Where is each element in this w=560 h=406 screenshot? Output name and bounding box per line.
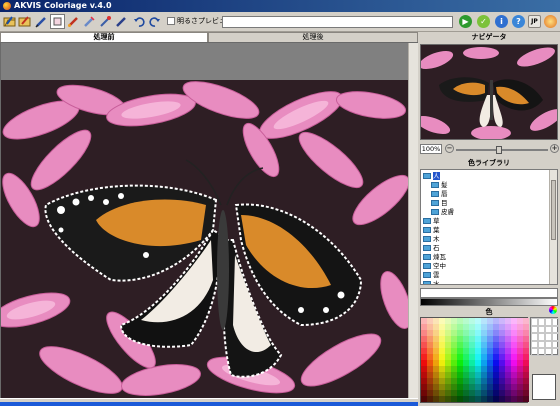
view-tabs: 処理前 処理後 (0, 32, 418, 42)
color-header: 色 (485, 308, 493, 316)
apply-icon[interactable]: ✓ (477, 15, 490, 28)
app-logo-icon (3, 2, 11, 10)
library-item[interactable]: 髪 (431, 181, 448, 189)
library-item[interactable]: 雲 (423, 271, 440, 279)
help-icon[interactable]: ? (512, 15, 525, 28)
gray-swatch-grid[interactable] (530, 317, 559, 356)
settings-icon[interactable] (544, 15, 557, 28)
language-button[interactable]: JP (528, 15, 541, 28)
folder-icon (423, 236, 431, 242)
vertical-scrollbar[interactable] (408, 43, 418, 399)
library-item[interactable]: 空中 (423, 262, 446, 270)
window-title: AKVIS Coloriage v.4.0 (14, 1, 112, 10)
zoom-row: 100% − + (418, 144, 560, 156)
color-library-tree[interactable]: 人 髪 唇 目 皮膚 草 葉 木 石 煉瓦 空中 雲 水 (420, 169, 558, 285)
folder-icon (431, 182, 439, 188)
folder-icon (423, 227, 431, 233)
save-icon[interactable] (17, 14, 32, 29)
pencil-icon[interactable] (34, 14, 49, 29)
fill-icon[interactable] (114, 14, 129, 29)
library-item[interactable]: 石 (423, 244, 440, 252)
library-item[interactable]: 目 (431, 199, 448, 207)
toolbar: 明るさプレビュー ▶ ✓ i ? JP (0, 12, 560, 32)
library-item[interactable]: 草 (423, 217, 440, 225)
undo-icon[interactable] (132, 14, 147, 29)
library-item[interactable]: 木 (423, 235, 440, 243)
open-icon[interactable] (2, 14, 17, 29)
image-workspace[interactable] (0, 42, 418, 400)
library-item[interactable]: 人 (423, 172, 440, 180)
info-icon[interactable]: i (495, 15, 508, 28)
library-item[interactable]: 煉瓦 (423, 253, 446, 261)
library-scroll-thumb[interactable] (551, 180, 556, 240)
folder-icon (423, 173, 431, 179)
status-field (222, 16, 453, 28)
brush-icon[interactable] (66, 14, 81, 29)
folder-icon (423, 263, 431, 269)
brightness-gradient[interactable] (420, 298, 558, 306)
navigator-header: ナビゲータ (471, 33, 507, 41)
eraser-icon[interactable] (50, 14, 65, 29)
folder-icon (423, 245, 431, 251)
library-item[interactable]: 唇 (431, 190, 448, 198)
title-bar: AKVIS Coloriage v.4.0 (0, 0, 560, 12)
folder-icon (423, 272, 431, 278)
library-header: 色ライブラリ (468, 159, 510, 167)
folder-icon (423, 218, 431, 224)
library-item[interactable]: 葉 (423, 226, 440, 234)
app-window: AKVIS Coloriage v.4.0 明るさプレビュー ▶ ✓ i ? J… (0, 0, 560, 406)
color-wheel-icon[interactable] (549, 306, 557, 314)
folder-icon (431, 209, 439, 215)
taskbar-strip (0, 402, 418, 406)
zoom-slider-thumb[interactable] (496, 146, 502, 154)
lasso-icon[interactable] (82, 14, 97, 29)
right-panel: ナビゲータ 100% − + 色ライブラリ 人 髪 唇 目 皮膚 草 葉 木 石… (418, 32, 560, 406)
preview-checkbox[interactable] (167, 17, 175, 25)
butterfly-photo[interactable] (1, 80, 408, 400)
palette-swatch[interactable] (523, 396, 529, 402)
tab-after[interactable]: 処理後 (208, 32, 418, 42)
navigator-preview[interactable] (420, 44, 558, 140)
library-item[interactable]: 皮膚 (431, 208, 454, 216)
redo-icon[interactable] (147, 14, 162, 29)
folder-icon (431, 200, 439, 206)
tab-before[interactable]: 処理前 (0, 32, 208, 42)
zoom-field[interactable]: 100% (420, 144, 442, 154)
run-icon[interactable]: ▶ (459, 15, 472, 28)
library-item[interactable]: 水 (423, 280, 440, 284)
zoom-in-icon[interactable]: + (550, 144, 559, 153)
current-color-swatch[interactable] (532, 374, 556, 400)
eyedropper-icon[interactable] (98, 14, 113, 29)
library-scrollbar[interactable] (549, 170, 557, 284)
folder-icon (423, 281, 431, 284)
zoom-out-icon[interactable]: − (445, 144, 454, 153)
zoom-slider[interactable] (456, 149, 548, 151)
selected-color-bar (420, 288, 558, 298)
folder-icon (431, 191, 439, 197)
folder-icon (423, 254, 431, 260)
color-palette[interactable] (420, 317, 529, 403)
